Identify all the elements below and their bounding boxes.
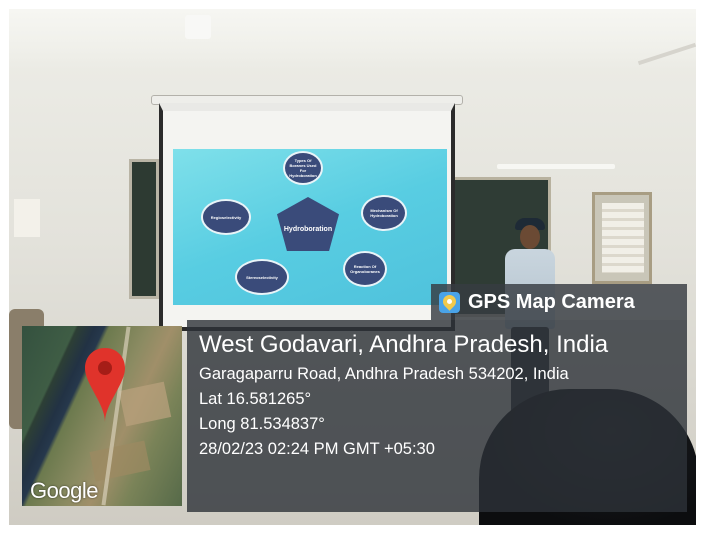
projector-screen: Types Of Boranes Used For Hydroboration …: [159, 103, 455, 331]
ceiling: [9, 9, 696, 69]
ceiling-fan: [631, 34, 696, 84]
slide-bubble-stereoselectivity: Stereoselectivity: [237, 261, 287, 293]
tube-light: [497, 164, 615, 169]
map-field-patch: [89, 440, 151, 482]
gps-map-camera-icon: [439, 291, 460, 313]
slide-bubble-boranes: Types Of Boranes Used For Hydroboration: [285, 153, 321, 183]
slide-bubble-reaction: Reaction Of Organoboranes: [345, 253, 385, 285]
slide-bubble-regioselectivity: Regioselectivity: [203, 201, 249, 233]
ceiling-vent: [185, 15, 211, 39]
address-line: Garagaparru Road, Andhra Pradesh 534202,…: [199, 365, 569, 383]
longitude-line: Long 81.534837°: [199, 415, 325, 433]
notice-board: [592, 192, 652, 284]
satellite-mini-map: Google: [22, 326, 182, 506]
google-logo: Google: [30, 478, 98, 503]
slide-bubble-mechanism: Mechanism Of Hydroboration: [363, 197, 405, 229]
timestamp-line: 28/02/23 02:24 PM GMT +05:30: [199, 440, 435, 458]
location-pin-icon: [85, 348, 125, 422]
gps-app-badge: GPS Map Camera: [431, 284, 687, 320]
slide-center-hexagon: Hydroboration: [277, 197, 339, 251]
presentation-slide: Types Of Boranes Used For Hydroboration …: [173, 149, 447, 305]
latitude-line: Lat 16.581265°: [199, 390, 312, 408]
gps-app-name: GPS Map Camera: [468, 290, 635, 313]
wall-notice: [14, 199, 40, 237]
chalkboard-left: [129, 159, 159, 299]
location-info-panel: West Godavari, Andhra Pradesh, India Gar…: [187, 320, 687, 512]
presenter-head: [520, 225, 540, 249]
location-title: West Godavari, Andhra Pradesh, India: [199, 331, 609, 358]
